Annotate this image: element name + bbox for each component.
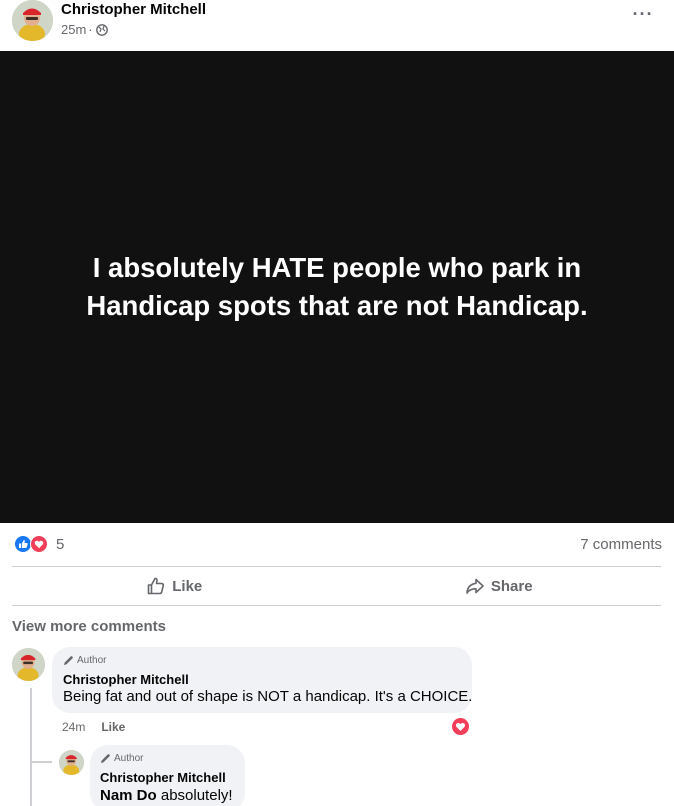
globe-icon [95, 23, 108, 36]
reply-text-body: absolutely! [160, 787, 233, 804]
commenter-avatar[interactable] [12, 648, 45, 681]
comment-like-button[interactable]: Like [101, 720, 125, 734]
author-avatar[interactable] [12, 0, 53, 41]
author-badge-label: Author [77, 655, 107, 666]
love-icon [30, 535, 48, 553]
like-button[interactable]: Like [12, 567, 337, 605]
view-more-comments-link[interactable]: View more comments [12, 618, 166, 635]
reply-thread-line [30, 688, 32, 806]
comment-text: Being fat and out of shape is NOT a hand… [63, 688, 473, 705]
post-time[interactable]: 25m [61, 22, 86, 37]
reaction-count[interactable]: 5 [56, 536, 64, 553]
reply-text: Nam Do absolutely! [100, 787, 233, 804]
divider-bottom [12, 605, 661, 606]
love-icon[interactable] [451, 717, 470, 736]
post-action-bar: Like Share [12, 567, 661, 605]
share-arrow-icon [466, 578, 484, 594]
post-text-card: I absolutely HATE people who park in Han… [0, 51, 674, 523]
comment-time[interactable]: 24m [62, 720, 85, 734]
post-header: Christopher Mitchell 25m · ··· [0, 0, 674, 50]
share-button[interactable]: Share [337, 567, 662, 605]
like-button-label: Like [172, 577, 203, 595]
reply-bubble: Author Christopher Mitchell Nam Do absol… [90, 745, 245, 806]
comment-count-link[interactable]: 7 comments [580, 536, 662, 553]
reply-badge-label: Author [114, 753, 144, 764]
reply-avatar[interactable] [59, 750, 84, 775]
comment-bubble: Author Christopher Mitchell Being fat an… [52, 647, 472, 713]
pencil-icon [64, 656, 73, 665]
reply-author-badge: Author [100, 753, 143, 764]
mention-link[interactable]: Nam Do [100, 787, 157, 804]
reply-thread-connector [30, 761, 52, 763]
commenter-name[interactable]: Christopher Mitchell [63, 672, 189, 687]
reactions-summary: 5 7 comments [12, 533, 662, 555]
meta-separator: · [88, 22, 93, 37]
reply-commenter-name[interactable]: Christopher Mitchell [100, 770, 226, 785]
post-author-name[interactable]: Christopher Mitchell [61, 1, 206, 18]
post-body-text: I absolutely HATE people who park in Han… [86, 252, 588, 321]
post-meta: 25m · [61, 22, 108, 37]
pencil-icon [101, 754, 110, 763]
share-button-label: Share [490, 577, 533, 595]
comment-actions: 24m Like [62, 720, 125, 734]
like-icon [14, 535, 32, 553]
thumbs-up-icon [147, 577, 165, 595]
post-options-button[interactable]: ··· [626, 5, 660, 30]
reaction-icons[interactable] [14, 535, 54, 553]
author-badge: Author [63, 655, 106, 666]
